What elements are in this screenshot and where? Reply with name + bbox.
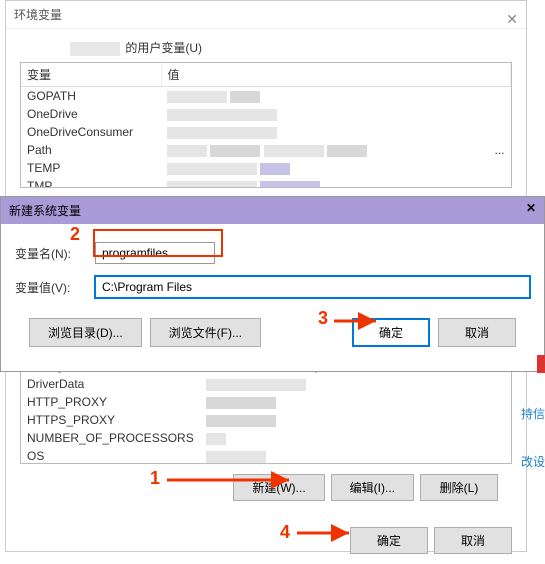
env-titlebar: 环境变量 ✕ [6,1,526,29]
value-label: 变量值(V): [15,279,95,296]
col-value[interactable]: 值 [161,63,511,87]
sys-vars-table: comngsetRootC:\WINDOWS\ConfigSetRoot Dri… [21,357,511,464]
table-row[interactable]: OS [21,447,511,464]
variable-value-input[interactable] [95,276,530,298]
close-icon[interactable]: ✕ [506,5,518,33]
table-row[interactable]: TMP [21,177,511,188]
side-text: 改设 [521,453,545,470]
table-row[interactable]: NUMBER_OF_PROCESSORS [21,429,511,447]
edit-button[interactable]: 编辑(I)... [331,474,414,501]
close-icon[interactable]: ✕ [526,201,536,215]
new-title: 新建系统变量 [9,204,81,218]
ok-button[interactable]: 确定 [350,527,428,554]
table-row[interactable]: GOPATH [21,87,511,106]
name-label: 变量名(N): [15,245,95,262]
table-row[interactable]: DriverData [21,375,511,393]
table-row[interactable]: OneDrive [21,105,511,123]
delete-button[interactable]: 删除(L) [420,474,498,501]
env-title: 环境变量 [14,8,62,22]
ok-button[interactable]: 确定 [352,318,430,347]
col-name[interactable]: 变量 [21,63,161,87]
variable-name-input[interactable] [95,242,215,264]
new-button[interactable]: 新建(W)... [233,474,324,501]
table-row[interactable]: HTTP_PROXY [21,393,511,411]
new-titlebar: 新建系统变量 ✕ [1,197,544,224]
table-row[interactable]: TEMP [21,159,511,177]
side-text: 持信 [521,405,545,422]
cancel-button[interactable]: 取消 [434,527,512,554]
user-vars-table-wrap[interactable]: 变量 值 GOPATH OneDrive OneDriveConsumer Pa… [20,62,512,188]
sys-vars-panel: comngsetRootC:\WINDOWS\ConfigSetRoot Dri… [6,350,526,517]
user-vars-table: 变量 值 GOPATH OneDrive OneDriveConsumer Pa… [21,63,511,188]
browse-dir-button[interactable]: 浏览目录(D)... [29,318,142,347]
side-red-bar [537,355,545,373]
browse-file-button[interactable]: 浏览文件(F)... [150,318,261,347]
redacted-username [70,42,120,56]
value-row: 变量值(V): [15,276,530,298]
table-row[interactable]: Path ... [21,141,511,159]
cancel-button[interactable]: 取消 [438,318,516,347]
sys-vars-table-wrap[interactable]: comngsetRootC:\WINDOWS\ConfigSetRoot Dri… [20,356,512,464]
new-dialog-buttons: 浏览目录(D)... 浏览文件(F)... 确定 取消 [15,310,530,359]
table-row[interactable]: OneDriveConsumer [21,123,511,141]
sys-buttons: 新建(W)... 编辑(I)... 删除(L) [20,464,512,511]
user-vars-panel: 的用户变量(U) 变量 值 GOPATH OneDrive OneDriveCo… [6,29,526,194]
env-dialog-buttons: 确定 取消 [6,517,526,564]
table-row[interactable]: HTTPS_PROXY [21,411,511,429]
new-sysvar-dialog: 新建系统变量 ✕ 变量名(N): 变量值(V): 浏览目录(D)... 浏览文件… [0,196,545,372]
user-vars-title: 的用户变量(U) [70,39,512,56]
name-row: 变量名(N): [15,242,530,264]
